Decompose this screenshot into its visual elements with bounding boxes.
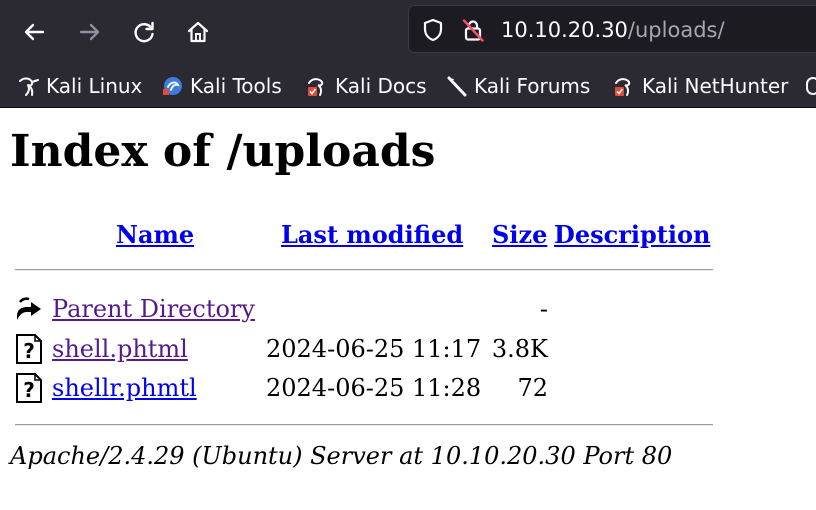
svg-text:?: ? [23,378,35,402]
browser-toolbar: 10.10.20.30/uploads/ [0,0,816,64]
bookmark-label: Kali Forums [474,73,591,98]
server-signature: Apache/2.4.29 (Ubuntu) Server at 10.10.2… [10,442,673,470]
bookmark-kali-forums[interactable]: Kali Forums [446,64,590,107]
kali-docs-icon [307,75,329,97]
size-cell: 3.8K [491,335,548,363]
bookmark-label: Kali Docs [335,73,427,98]
last-modified-cell: 2024-06-25 11:17 [266,335,482,363]
forward-button[interactable] [72,14,108,50]
bookmarks-toolbar: Kali Linux Kali Tools Kali Docs Kali For… [0,64,816,108]
reload-button[interactable] [126,14,162,50]
size-cell: - [539,295,548,323]
unknown-file-icon[interactable]: ? [14,332,44,366]
back-button[interactable] [16,14,52,50]
back-arrow-icon [24,23,45,41]
kali-dragon-icon [18,75,40,97]
svg-text:?: ? [23,339,35,363]
home-icon [187,21,209,43]
footer-divider [15,424,713,426]
unknown-file-icon[interactable]: ? [14,371,44,405]
reload-icon [134,21,154,43]
bookmark-label: Kali Tools [190,73,282,98]
column-header-name[interactable]: Name [116,220,194,250]
column-header-last-modified[interactable]: Last modified [281,220,463,250]
bookmark-kali-tools[interactable]: Kali Tools [162,64,282,107]
forward-arrow-icon [79,23,100,41]
header-divider [15,269,713,271]
url-text[interactable]: 10.10.20.30/uploads/ [501,18,725,42]
bookmark-kali-nethunter[interactable]: Kali NetHunter [614,64,788,107]
last-modified-cell: 2024-06-25 11:28 [266,374,482,402]
parent-directory-icon[interactable] [14,292,44,326]
column-header-size[interactable]: Size [492,220,547,250]
bookmark-overflow-icon[interactable] [806,64,816,107]
bookmark-label: Kali Linux [46,73,143,98]
kali-tools-icon [162,75,184,97]
url-host: 10.10.20.30 [501,18,628,42]
shield-icon[interactable] [421,18,445,42]
file-link-shellr-phmtl[interactable]: shellr.phmtl [52,373,197,403]
bookmark-label: Kali NetHunter [642,73,789,98]
bookmark-kali-linux[interactable]: Kali Linux [18,64,142,107]
kali-forums-icon [446,75,468,97]
size-cell: 72 [517,374,548,402]
column-header-description[interactable]: Description [554,220,710,250]
file-link-shell-phtml[interactable]: shell.phtml [52,334,188,364]
bookmark-kali-docs[interactable]: Kali Docs [307,64,427,107]
url-path: /uploads/ [627,18,725,42]
address-bar[interactable]: 10.10.20.30/uploads/ [408,5,816,53]
kali-nethunter-icon [614,75,636,97]
home-button[interactable] [180,14,216,50]
page-title: Index of /uploads [10,126,436,177]
file-link-parent-directory[interactable]: Parent Directory [52,294,255,324]
insecure-lock-icon[interactable] [461,18,485,42]
